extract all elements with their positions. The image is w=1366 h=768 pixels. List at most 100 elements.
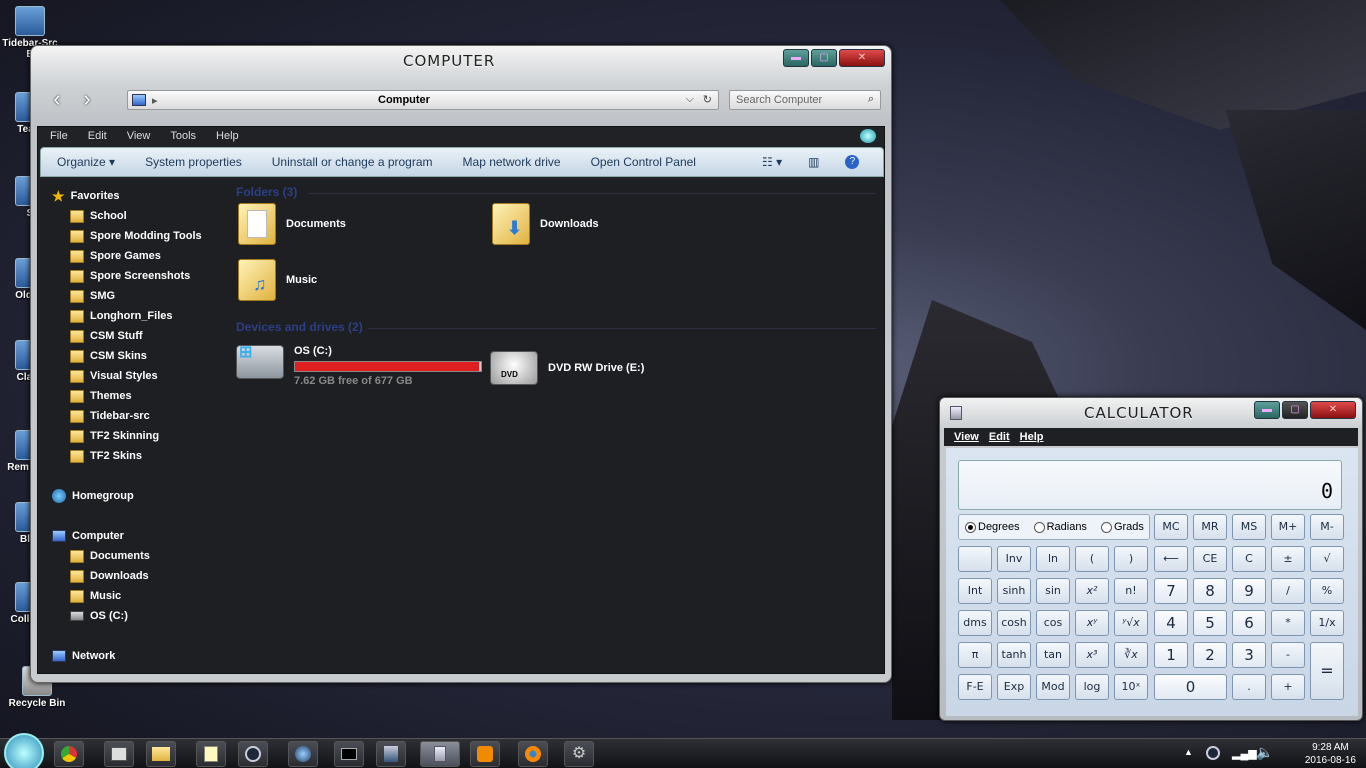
- key-tan[interactable]: tan: [1036, 642, 1070, 668]
- key-multiply[interactable]: *: [1271, 610, 1305, 636]
- tray-steam-icon[interactable]: [1206, 746, 1220, 760]
- nav-item-tf2-skins[interactable]: TF2 Skins: [70, 447, 142, 465]
- nav-item-spore-games[interactable]: Spore Games: [70, 247, 161, 265]
- key-dms[interactable]: dms: [958, 610, 992, 636]
- open-control-panel-button[interactable]: Open Control Panel: [591, 155, 696, 169]
- key-sqrt[interactable]: √: [1310, 546, 1344, 572]
- key-exp[interactable]: Exp: [997, 674, 1031, 700]
- taskbar-steam[interactable]: [238, 741, 268, 767]
- nav-item-csm-stuff[interactable]: CSM Stuff: [70, 327, 143, 345]
- nav-item-documents[interactable]: Documents: [70, 547, 150, 565]
- system-properties-button[interactable]: System properties: [145, 155, 242, 169]
- minimize-button[interactable]: ▬: [783, 49, 809, 67]
- key-pi[interactable]: π: [958, 642, 992, 668]
- key-subtract[interactable]: -: [1271, 642, 1305, 668]
- key-1[interactable]: 1: [1154, 642, 1188, 668]
- taskbar-app-8[interactable]: [376, 741, 406, 767]
- menu-help[interactable]: Help: [216, 127, 239, 145]
- calc-minimize-button[interactable]: ▬: [1254, 401, 1280, 419]
- key-5[interactable]: 5: [1193, 610, 1227, 636]
- nav-item-longhorn-files[interactable]: Longhorn_Files: [70, 307, 173, 325]
- nav-item-music[interactable]: Music: [70, 587, 121, 605]
- taskbar-cmd[interactable]: [334, 741, 364, 767]
- devices-group-header[interactable]: Devices and drives (2): [236, 320, 363, 334]
- key-mc[interactable]: MC: [1154, 514, 1188, 540]
- taskbar-notepad[interactable]: [196, 741, 226, 767]
- nav-item-smg[interactable]: SMG: [70, 287, 115, 305]
- key-4[interactable]: 4: [1154, 610, 1188, 636]
- nav-item-school[interactable]: School: [70, 207, 127, 225]
- map-network-drive-button[interactable]: Map network drive: [463, 155, 561, 169]
- key-open-paren[interactable]: (: [1075, 546, 1109, 572]
- key-ten-power-x[interactable]: 10ˣ: [1114, 674, 1148, 700]
- calc-maximize-button[interactable]: ▢: [1282, 401, 1308, 419]
- key-sin[interactable]: sin: [1036, 578, 1070, 604]
- key-c[interactable]: C: [1232, 546, 1266, 572]
- key-percent[interactable]: %: [1310, 578, 1344, 604]
- taskbar-app-2[interactable]: [104, 741, 134, 767]
- taskbar-blender[interactable]: [518, 741, 548, 767]
- key-log[interactable]: log: [1075, 674, 1109, 700]
- tray-volume-icon[interactable]: 🔈: [1256, 744, 1273, 761]
- nav-item-visual-styles[interactable]: Visual Styles: [70, 367, 158, 385]
- key-y-root-x[interactable]: ʸ√x: [1114, 610, 1148, 636]
- key-equals[interactable]: =: [1310, 642, 1344, 700]
- key-cube-root[interactable]: ∛x: [1114, 642, 1148, 668]
- forward-button[interactable]: ›: [75, 88, 99, 112]
- start-button[interactable]: [4, 733, 44, 768]
- key-mr[interactable]: MR: [1193, 514, 1227, 540]
- key-backspace[interactable]: ⟵: [1154, 546, 1188, 572]
- key-int[interactable]: Int: [958, 578, 992, 604]
- key-divide[interactable]: /: [1271, 578, 1305, 604]
- tray-show-hidden-icon[interactable]: ▲: [1184, 747, 1193, 757]
- key-9[interactable]: 9: [1232, 578, 1266, 604]
- key-tanh[interactable]: tanh: [997, 642, 1031, 668]
- nav-item-downloads[interactable]: Downloads: [70, 567, 149, 585]
- nav-network[interactable]: Network: [52, 647, 115, 665]
- taskbar-media-player[interactable]: [470, 741, 500, 767]
- search-input[interactable]: Search Computer ⌕: [729, 90, 881, 110]
- view-options-icon[interactable]: ☷ ▾: [762, 155, 782, 169]
- folder-tile-music[interactable]: ♫ Music: [238, 259, 317, 301]
- key-sinh[interactable]: sinh: [997, 578, 1031, 604]
- nav-favorites[interactable]: ★ Favorites: [52, 187, 119, 205]
- organize-button[interactable]: Organize ▾: [57, 155, 115, 169]
- taskbar-settings[interactable]: ⚙: [564, 741, 594, 767]
- key-mod[interactable]: Mod: [1036, 674, 1070, 700]
- key-3[interactable]: 3: [1232, 642, 1266, 668]
- tray-network-icon[interactable]: ▂▄▆: [1232, 747, 1257, 760]
- key-m-minus[interactable]: M-: [1310, 514, 1344, 540]
- key-add[interactable]: +: [1271, 674, 1305, 700]
- system-clock[interactable]: 9:28 AM 2016-08-16: [1305, 741, 1356, 767]
- taskbar-chrome[interactable]: [54, 741, 84, 767]
- folder-tile-downloads[interactable]: ⬇ Downloads: [492, 203, 599, 245]
- calc-menu-view[interactable]: View: [954, 428, 979, 446]
- key-close-paren[interactable]: ): [1114, 546, 1148, 572]
- key-ce[interactable]: CE: [1193, 546, 1227, 572]
- nav-homegroup[interactable]: Homegroup: [52, 487, 134, 505]
- radio-grads[interactable]: Grads: [1100, 521, 1144, 533]
- nav-item-spore-modding-tools[interactable]: Spore Modding Tools: [70, 227, 202, 245]
- address-bar[interactable]: ▸ Computer ⌵ ↻: [127, 90, 719, 110]
- key-ln[interactable]: ln: [1036, 546, 1070, 572]
- nav-item-themes[interactable]: Themes: [70, 387, 132, 405]
- nav-item-spore-screenshots[interactable]: Spore Screenshots: [70, 267, 190, 285]
- address-dropdown-icon[interactable]: ⌵: [686, 93, 694, 106]
- key-plus-minus[interactable]: ±: [1271, 546, 1305, 572]
- back-button[interactable]: ‹: [45, 88, 69, 112]
- key-x-power-y[interactable]: xʸ: [1075, 610, 1109, 636]
- key-8[interactable]: 8: [1193, 578, 1227, 604]
- key-6[interactable]: 6: [1232, 610, 1266, 636]
- key-inv[interactable]: Inv: [997, 546, 1031, 572]
- nav-item-tf2-skinning[interactable]: TF2 Skinning: [70, 427, 159, 445]
- key-2[interactable]: 2: [1193, 642, 1227, 668]
- uninstall-program-button[interactable]: Uninstall or change a program: [272, 155, 433, 169]
- folder-tile-documents[interactable]: Documents: [238, 203, 346, 245]
- menu-tools[interactable]: Tools: [170, 127, 196, 145]
- key-0[interactable]: 0: [1154, 674, 1227, 700]
- preview-pane-icon[interactable]: ▥: [808, 155, 819, 169]
- key-cos[interactable]: cos: [1036, 610, 1070, 636]
- close-button[interactable]: ✕: [839, 49, 885, 67]
- nav-item-csm-skins[interactable]: CSM Skins: [70, 347, 147, 365]
- drive-tile-c[interactable]: ⊞ OS (C:) 7.62 GB free of 677 GB: [236, 344, 482, 387]
